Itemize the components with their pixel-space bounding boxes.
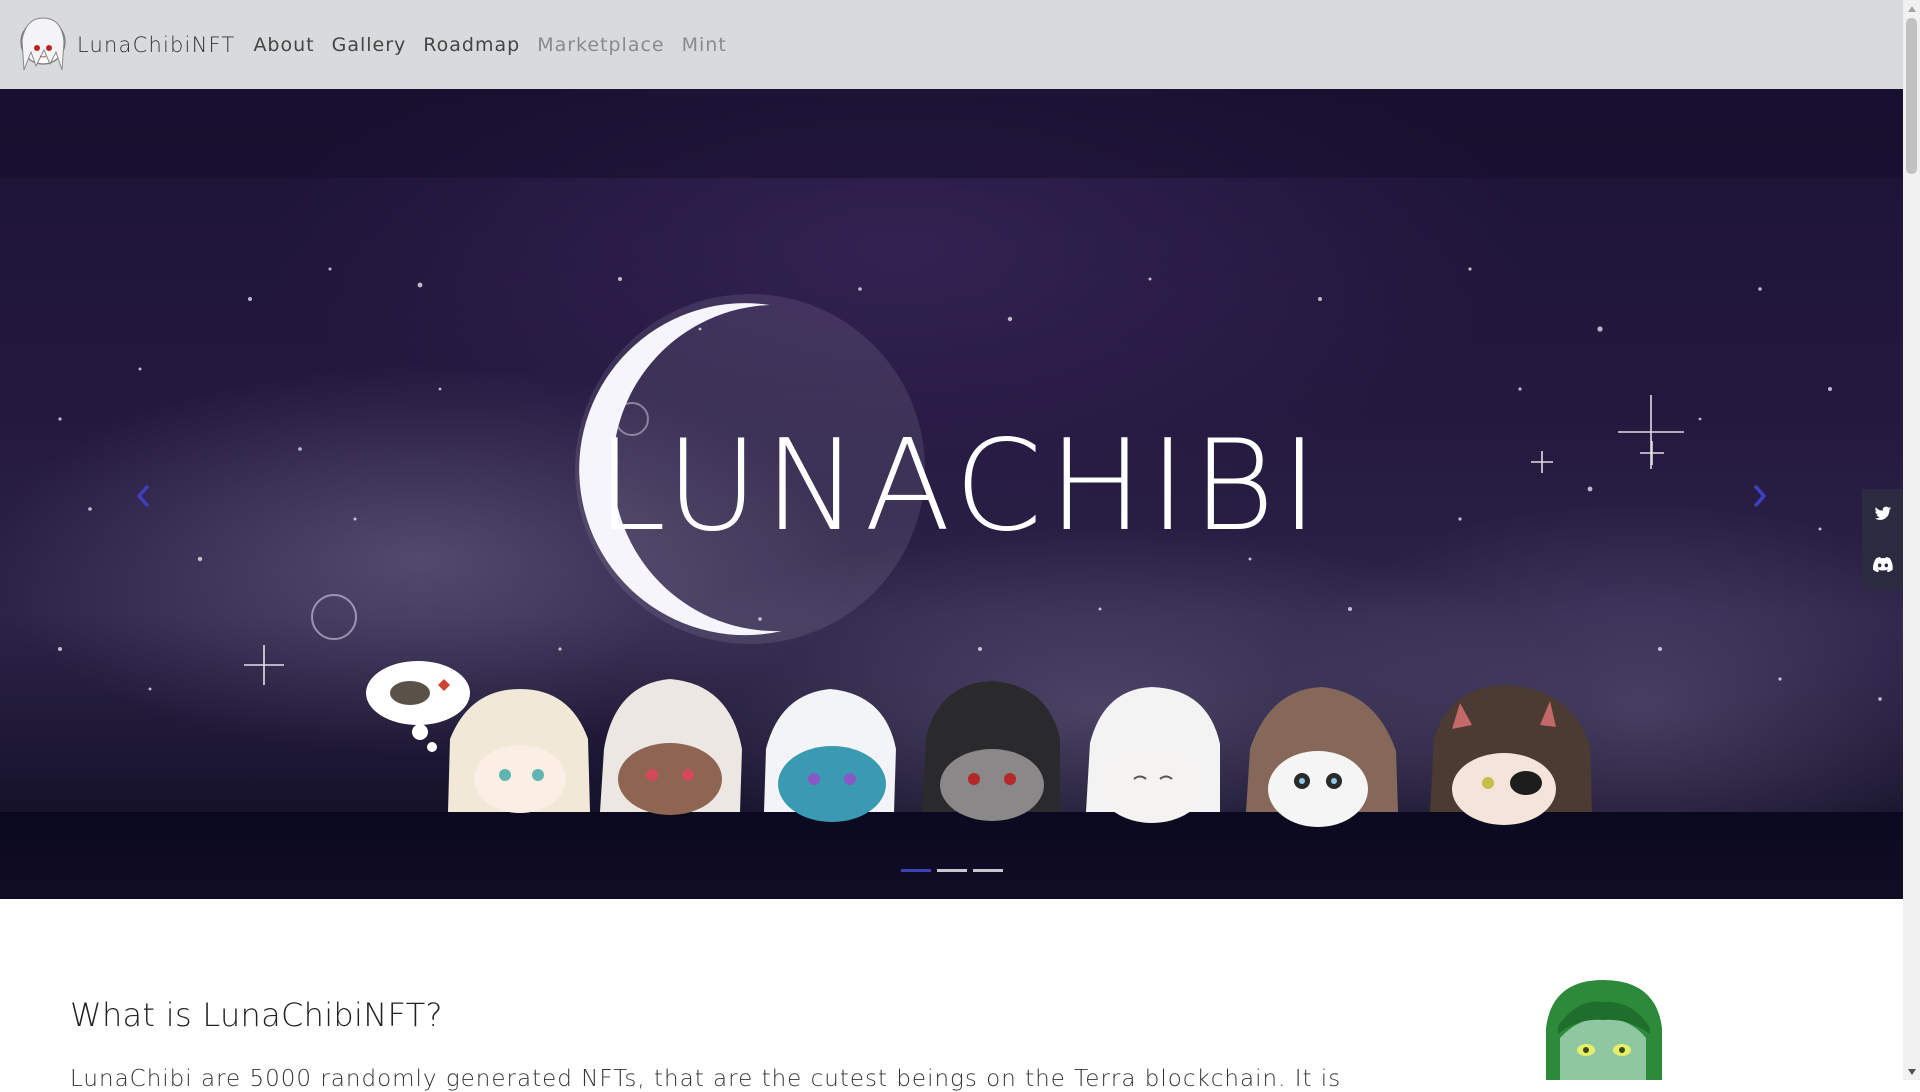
about-paragraph: LunaChibi are 5000 randomly generated NF… — [70, 1066, 1342, 1092]
caret-down-icon — [1907, 1068, 1916, 1075]
discord-icon — [1872, 557, 1893, 573]
discord-button[interactable] — [1862, 540, 1903, 590]
brand-logo — [20, 16, 66, 70]
chevron-right-icon — [1754, 485, 1766, 507]
nav-link-gallery[interactable]: Gallery — [332, 34, 407, 56]
twitter-button[interactable] — [1862, 489, 1903, 539]
nav-links: About Gallery Roadmap Marketplace Mint — [253, 34, 743, 56]
chibi-characters — [448, 679, 1592, 827]
hero-carousel: LUNACHIBI — [0, 89, 1903, 899]
scroll-down-arrow[interactable] — [1903, 1063, 1920, 1080]
nav-link-roadmap[interactable]: Roadmap — [423, 34, 520, 56]
brand-name: LunaChibiNFT — [77, 32, 236, 57]
about-chibi-avatar — [1546, 980, 1662, 1080]
hero-logo-text: LUNACHIBI — [596, 412, 1324, 559]
about-heading: What is LunaChibiNFT? — [70, 996, 443, 1034]
nav-link-mint[interactable]: Mint — [682, 34, 727, 56]
carousel-indicator-3[interactable] — [972, 869, 1003, 872]
hero-banner-image: LUNACHIBI — [58, 267, 1882, 827]
social-sidebar — [1862, 489, 1903, 590]
chevron-left-icon — [137, 485, 149, 507]
carousel-indicator-1[interactable] — [900, 869, 931, 872]
carousel-indicators — [0, 869, 1903, 872]
carousel-indicator-2[interactable] — [936, 869, 967, 872]
brand-link[interactable]: LunaChibiNFT — [16, 12, 235, 78]
nav-link-about[interactable]: About — [253, 34, 314, 56]
scroll-up-arrow[interactable] — [1903, 0, 1920, 17]
carousel-next-button[interactable] — [1745, 476, 1775, 516]
navbar: LunaChibiNFT About Gallery Roadmap Marke… — [0, 0, 1903, 89]
scrollbar-thumb[interactable] — [1906, 18, 1917, 174]
page-scrollbar[interactable] — [1903, 0, 1920, 1080]
caret-up-icon — [1907, 5, 1916, 12]
carousel-prev-button[interactable] — [128, 476, 158, 516]
nav-link-marketplace[interactable]: Marketplace — [537, 34, 664, 56]
twitter-icon — [1874, 506, 1891, 521]
